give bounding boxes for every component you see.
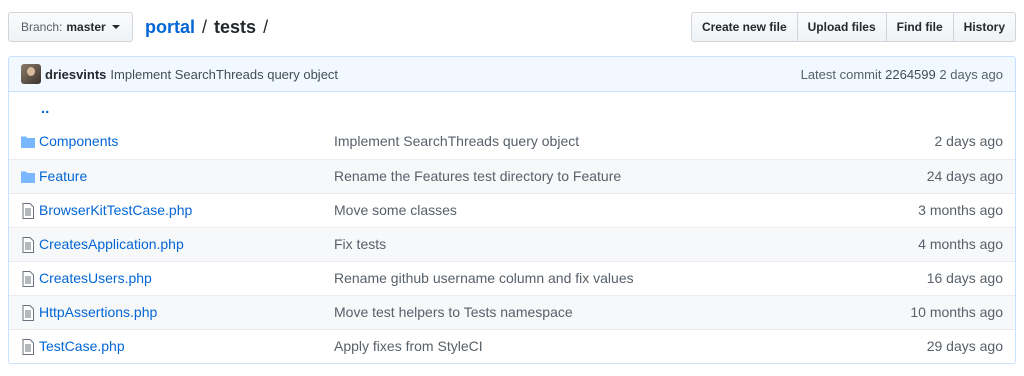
branch-name: master bbox=[66, 20, 106, 34]
breadcrumb-trailing-separator: / bbox=[263, 17, 269, 37]
history-button[interactable]: History bbox=[952, 12, 1016, 42]
file-age: 2 days ago bbox=[934, 133, 1004, 149]
file-icon bbox=[19, 194, 37, 227]
file-row[interactable]: CreatesUsers.php Rename github username c… bbox=[9, 261, 1015, 295]
file-age: 24 days ago bbox=[926, 168, 1003, 184]
commit-author[interactable]: driesvints bbox=[45, 67, 106, 82]
file-age: 29 days ago bbox=[926, 338, 1003, 354]
file-age: 10 months ago bbox=[910, 304, 1003, 320]
file-name-link[interactable]: Components bbox=[39, 125, 118, 158]
commit-sha[interactable]: 2264599 bbox=[885, 67, 936, 82]
repo-toolbar: Branch: master portal / tests / Create n… bbox=[8, 12, 1016, 42]
upload-files-button[interactable]: Upload files bbox=[796, 12, 887, 42]
breadcrumb-separator: / bbox=[202, 17, 208, 37]
breadcrumb-current: tests bbox=[214, 17, 257, 37]
latest-commit-bar: driesvints Implement SearchThreads query… bbox=[9, 57, 1015, 92]
file-row[interactable]: CreatesApplication.php Fix tests 4 months … bbox=[9, 227, 1015, 261]
create-new-file-button[interactable]: Create new file bbox=[690, 12, 798, 42]
find-file-button[interactable]: Find file bbox=[885, 12, 954, 42]
commit-message[interactable]: Implement SearchThreads query object bbox=[110, 67, 338, 82]
file-name-link[interactable]: TestCase.php bbox=[39, 330, 125, 363]
file-row[interactable]: BrowserKitTestCase.php Move some classes 3… bbox=[9, 193, 1015, 227]
file-name-link[interactable]: BrowserKitTestCase.php bbox=[39, 194, 192, 227]
file-age: 4 months ago bbox=[918, 236, 1003, 252]
file-row[interactable]: Feature Rename the Features test director… bbox=[9, 159, 1015, 193]
branch-label: Branch: bbox=[21, 20, 63, 34]
file-name-link[interactable]: HttpAssertions.php bbox=[39, 296, 157, 329]
file-row[interactable]: HttpAssertions.php Move test helpers to T… bbox=[9, 295, 1015, 329]
file-icon bbox=[19, 330, 37, 363]
folder-icon bbox=[19, 125, 37, 159]
file-row[interactable]: Components Implement SearchThreads query … bbox=[9, 125, 1015, 159]
file-commit-message[interactable]: Rename github username column and fix va… bbox=[334, 262, 634, 295]
file-commit-message[interactable]: Apply fixes from StyleCI bbox=[334, 330, 483, 363]
file-actions: Create new file Upload files Find file H… bbox=[690, 12, 1016, 42]
file-name-link[interactable]: CreatesApplication.php bbox=[39, 228, 184, 261]
commit-age: 2 days ago bbox=[939, 67, 1003, 82]
file-icon bbox=[19, 296, 37, 329]
file-age: 16 days ago bbox=[926, 270, 1003, 286]
file-age: 3 months ago bbox=[918, 202, 1003, 218]
file-name-link[interactable]: CreatesUsers.php bbox=[39, 262, 152, 295]
parent-directory-row[interactable]: .. bbox=[9, 92, 1015, 125]
caret-down-icon bbox=[111, 25, 120, 29]
file-commit-message[interactable]: Move some classes bbox=[334, 194, 457, 227]
file-icon bbox=[19, 228, 37, 261]
file-commit-message[interactable]: Move test helpers to Tests namespace bbox=[334, 296, 573, 329]
file-row[interactable]: TestCase.php Apply fixes from StyleCI 29 d… bbox=[9, 329, 1015, 363]
file-icon bbox=[19, 262, 37, 295]
file-name-link[interactable]: Feature bbox=[39, 160, 87, 193]
breadcrumb-repo-link[interactable]: portal bbox=[145, 14, 195, 40]
avatar[interactable] bbox=[21, 64, 41, 84]
file-commit-message[interactable]: Implement SearchThreads query object bbox=[334, 125, 579, 158]
latest-commit-label: Latest commit bbox=[800, 67, 882, 82]
folder-icon bbox=[19, 160, 37, 193]
file-commit-message[interactable]: Fix tests bbox=[334, 228, 386, 261]
file-list: driesvints Implement SearchThreads query… bbox=[8, 56, 1016, 364]
commit-meta: Latest commit 2264599 2 days ago bbox=[801, 57, 1003, 92]
parent-directory-link[interactable]: .. bbox=[41, 92, 49, 125]
file-commit-message[interactable]: Rename the Features test directory to Fe… bbox=[334, 160, 621, 193]
branch-select-button[interactable]: Branch: master bbox=[8, 12, 133, 42]
breadcrumb: portal / tests / bbox=[145, 14, 275, 40]
